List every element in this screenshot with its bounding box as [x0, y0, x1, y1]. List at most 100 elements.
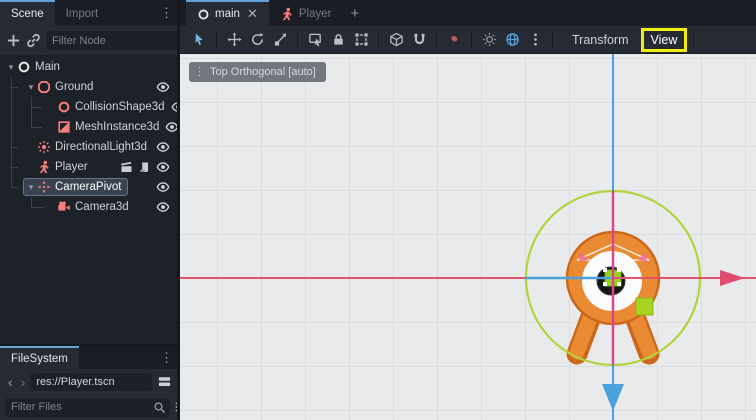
directionallight-icon — [37, 140, 51, 154]
clapper-icon[interactable] — [120, 161, 133, 174]
sun-preview-toggle[interactable] — [478, 29, 500, 51]
view-menu[interactable]: View — [647, 31, 682, 49]
scene-tree: ▾ Main ▾Ground CollisionShape3d MeshInstance… — [0, 55, 177, 344]
scene-tab-main-label: main — [215, 8, 240, 20]
scene-dock-menu-icon[interactable]: ⋮ — [156, 5, 177, 21]
scene-tab-player[interactable]: Player — [269, 0, 343, 26]
scene-tab-main[interactable]: main ✕ — [186, 0, 269, 26]
snap-toggle[interactable] — [408, 29, 430, 51]
view-name-text: Top Orthogonal [auto] — [210, 66, 316, 78]
filesystem-menu-icon[interactable]: ⋮ — [156, 350, 177, 366]
instance-scene-icon[interactable] — [26, 31, 41, 51]
current-path-input[interactable] — [36, 376, 146, 388]
scriptbadge-icon[interactable] — [138, 161, 151, 174]
scene-tabs: main ✕ Player + — [180, 0, 756, 26]
select-tool[interactable] — [188, 29, 210, 51]
tree-row-main[interactable]: ▾ Main — [0, 57, 177, 77]
filter-files-input[interactable] — [11, 401, 153, 413]
tab-filesystem[interactable]: FileSystem — [0, 346, 79, 369]
camera-preview-toggle[interactable] — [443, 29, 465, 51]
camera-icon — [57, 200, 71, 214]
filesystem-filter — [0, 394, 177, 420]
local-space-toggle[interactable] — [385, 29, 407, 51]
node-label: CollisionShape3d — [75, 101, 165, 113]
tree-guide-line — [31, 97, 32, 128]
view-name-label[interactable]: ⋮ Top Orthogonal [auto] — [189, 62, 326, 82]
environment-preview-toggle[interactable] — [501, 29, 523, 51]
visibility-eye-icon[interactable] — [156, 180, 170, 194]
rotate-tool[interactable] — [246, 29, 268, 51]
scene-tab-player-label: Player — [299, 8, 332, 20]
node-label: Camera3d — [75, 201, 129, 213]
filesystem-tabbar: FileSystem ⋮ — [0, 346, 177, 369]
history-forward-icon[interactable]: › — [18, 375, 29, 389]
tree-row-directionallight3d[interactable]: DirectionalLight3d — [0, 137, 177, 157]
tree-row-player[interactable]: Player — [0, 157, 177, 177]
filesystem-nav: ‹ › — [0, 369, 177, 394]
toolbar-separator — [471, 31, 472, 48]
node-label: CameraPivot — [55, 181, 121, 193]
tree-guide-line — [11, 77, 12, 187]
search-icon — [153, 401, 166, 414]
tab-import[interactable]: Import — [55, 0, 110, 26]
player-scene-icon — [280, 7, 294, 21]
visibility-eye-icon[interactable] — [165, 120, 177, 134]
toolbar-separator — [436, 31, 437, 48]
tab-filesystem-label: FileSystem — [11, 353, 68, 365]
list-select-tool[interactable] — [304, 29, 326, 51]
toolbar-separator — [552, 31, 553, 48]
godot-editor: Scene Import ⋮ ⋮ ▾ Main ▾Ground CollisionSh… — [0, 0, 756, 420]
move-arrow-x[interactable] — [720, 270, 745, 286]
history-back-icon[interactable]: ‹ — [5, 375, 16, 389]
tree-guide-line — [11, 87, 18, 88]
node-label: MeshInstance3d — [75, 121, 159, 133]
group-tool[interactable] — [350, 29, 372, 51]
view-menu-dots-icon[interactable]: ⋮ — [194, 65, 205, 78]
transform-menu[interactable]: Transform — [565, 31, 636, 49]
viewport-3d[interactable]: ⋮ Top Orthogonal [auto] — [180, 54, 756, 420]
plane-move-handle[interactable] — [636, 298, 653, 315]
tree-guide-line — [31, 107, 42, 108]
tree-guide-line — [11, 187, 18, 188]
tree-row-collisionshape3d[interactable]: CollisionShape3d — [0, 97, 177, 117]
tab-scene[interactable]: Scene — [0, 0, 55, 26]
toolbar-separator — [216, 31, 217, 48]
expand-chevron-icon[interactable]: ▾ — [5, 62, 17, 73]
node-icon — [17, 60, 31, 74]
tree-row-ground[interactable]: ▾Ground — [0, 77, 177, 97]
visibility-eye-icon[interactable] — [156, 200, 170, 214]
move-arrow-z[interactable] — [602, 384, 624, 411]
node-label: Main — [35, 61, 60, 73]
action-highlight-box: View — [641, 28, 688, 52]
expand-chevron-icon[interactable]: ▾ — [25, 82, 37, 93]
tab-scene-label: Scene — [11, 8, 44, 20]
close-tab-icon[interactable]: ✕ — [247, 6, 258, 22]
scale-tool[interactable] — [269, 29, 291, 51]
tree-guide-line — [11, 167, 18, 168]
toolbar-menu-icon[interactable] — [524, 29, 546, 51]
scene-dock-toolbar: ⋮ — [0, 26, 177, 55]
display-mode-icon[interactable] — [157, 374, 172, 389]
visibility-eye-icon[interactable] — [156, 160, 170, 174]
lock-tool[interactable] — [327, 29, 349, 51]
meshinstance-icon — [57, 120, 71, 134]
tree-guide-line — [31, 207, 44, 208]
tree-row-meshinstance3d[interactable]: MeshInstance3d — [0, 117, 177, 137]
visibility-eye-icon[interactable] — [156, 80, 170, 94]
tab-import-label: Import — [66, 8, 99, 20]
tree-row-camera3d[interactable]: Camera3d — [0, 197, 177, 217]
filter-files-box — [5, 398, 170, 417]
spatial-editor-toolbar: Transform View — [180, 26, 756, 54]
node-label: DirectionalLight3d — [55, 141, 147, 153]
toolbar-separator — [378, 31, 379, 48]
node-label: Player — [55, 161, 88, 173]
new-scene-tab-icon[interactable]: + — [342, 0, 367, 26]
expand-chevron-icon[interactable]: ▾ — [25, 182, 37, 193]
staticbody-icon — [37, 80, 51, 94]
tree-row-camerapivot[interactable]: ▾ CameraPivot — [0, 177, 177, 197]
tree-guide-line — [31, 127, 42, 128]
visibility-eye-icon[interactable] — [156, 140, 170, 154]
filter-nodes-input[interactable] — [52, 35, 194, 47]
add-node-icon[interactable] — [6, 31, 21, 51]
move-tool[interactable] — [223, 29, 245, 51]
